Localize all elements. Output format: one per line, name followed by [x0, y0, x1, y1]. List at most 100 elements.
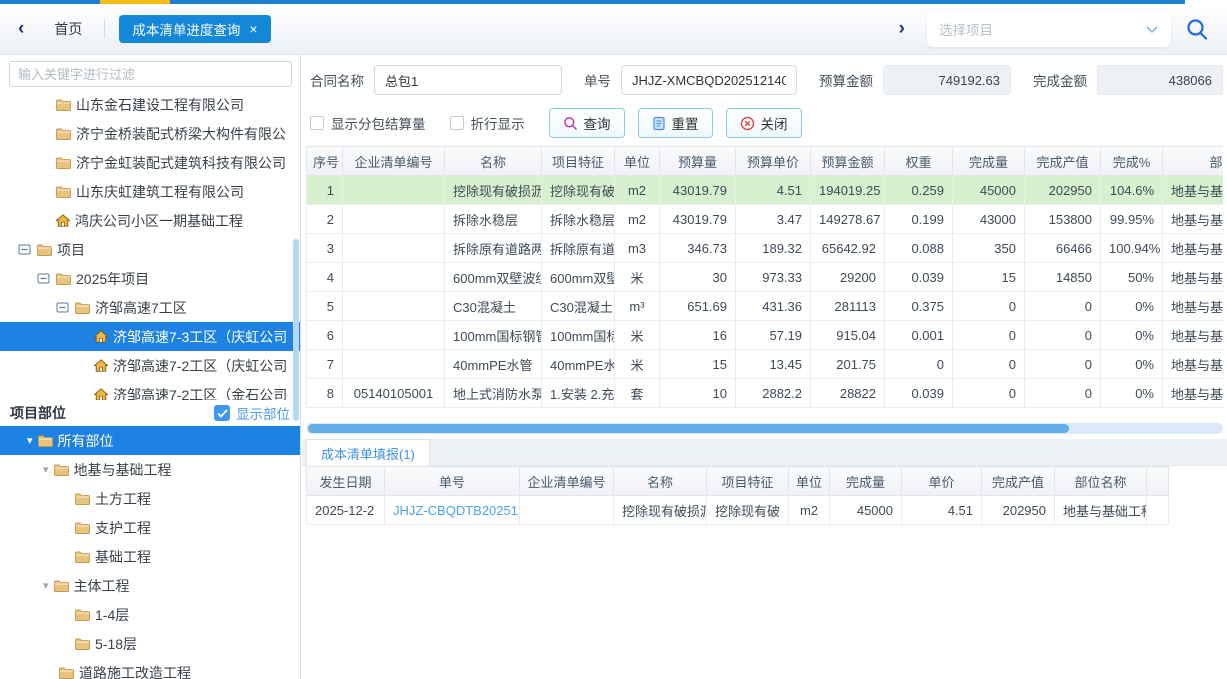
- filling-table: 发生日期单号企业清单编号名称项目特征单位完成量单价完成产值部位名称2025-12…: [306, 466, 1169, 525]
- table-row[interactable]: 6100mm国标钢管100mm国标米1657.19915.040.001000%…: [307, 321, 1224, 350]
- table-row[interactable]: 3拆除原有道路两拆除原有道m3346.73189.3265642.920.088…: [307, 234, 1224, 263]
- collapse-icon[interactable]: [37, 272, 50, 285]
- parts-tree: ▾所有部位▾地基与基础工程土方工程支护工程基础工程 ▾主体工程1-4层5-18层道…: [0, 426, 300, 679]
- document-link[interactable]: JHJZ-CBQDTB202512: [385, 496, 520, 525]
- table-cell: 100.94%: [1101, 234, 1163, 263]
- caret-down-icon[interactable]: ▾: [43, 463, 49, 476]
- column-header: 名称: [614, 467, 707, 496]
- tree-item[interactable]: 山东金石建设工程有限公司: [0, 90, 300, 119]
- table-row[interactable]: 2拆除水稳层拆除水稳层m243019.793.47149278.670.1994…: [307, 205, 1224, 234]
- caret-down-icon[interactable]: ▾: [27, 434, 33, 447]
- table-cell: 202950: [982, 496, 1055, 525]
- table-cell: 0: [1025, 292, 1101, 321]
- parts-tree-item[interactable]: 基础工程: [0, 542, 300, 571]
- tab-home[interactable]: 首页: [54, 19, 82, 39]
- sidebar-scrollbar-thumb[interactable]: [293, 239, 299, 421]
- table-row[interactable]: 5C30混凝土C30混凝土m³651.69431.362811130.37500…: [307, 292, 1224, 321]
- parts-tree-item[interactable]: ▾主体工程: [0, 571, 300, 600]
- close-button-label: 关闭: [761, 113, 788, 133]
- collapse-icon[interactable]: [56, 301, 69, 314]
- tree-item[interactable]: 2025年项目: [0, 264, 300, 293]
- table-row[interactable]: 1挖除现有破损沥挖除现有破m243019.794.51194019.250.25…: [307, 176, 1224, 205]
- table-cell: [343, 176, 445, 205]
- tree-item[interactable]: 济宁金桥装配式桥梁大构件有限公: [0, 119, 300, 148]
- tree-item[interactable]: 鸿庆公司小区一期基础工程: [0, 206, 300, 235]
- show-subcontract-label[interactable]: 显示分包结算量: [331, 113, 426, 133]
- wrap-display-label[interactable]: 折行显示: [471, 113, 525, 133]
- tree-item-selected[interactable]: 济邹高速7-3工区（庆虹公司: [0, 322, 300, 351]
- table-cell: m3: [615, 234, 660, 263]
- project-select[interactable]: 选择项目: [927, 11, 1171, 47]
- folder-icon: [56, 157, 71, 169]
- checkbox-checked-icon[interactable]: [214, 405, 230, 421]
- tab-close-icon[interactable]: ×: [249, 22, 257, 36]
- column-header: 部位: [1163, 147, 1224, 176]
- wrap-display-checkbox[interactable]: [450, 116, 464, 130]
- tree-item[interactable]: 济宁金虹装配式建筑科技有限公司: [0, 148, 300, 177]
- column-header: 项目特征: [707, 467, 789, 496]
- folder-icon: [75, 609, 90, 621]
- table-cell: C30混凝土: [542, 292, 615, 321]
- table-cell: 0: [885, 350, 953, 379]
- horizontal-scrollbar-thumb[interactable]: [308, 424, 1069, 433]
- table-row[interactable]: 805140105001地上式消防水泵1.安装 2.充套102882.22882…: [307, 379, 1224, 408]
- folder-icon: [59, 667, 74, 679]
- sidebar: 山东金石建设工程有限公司济宁金桥装配式桥梁大构件有限公济宁金虹装配式建筑科技有限…: [0, 55, 301, 679]
- table-cell: 地基与基础: [1163, 321, 1224, 350]
- query-button[interactable]: 查询: [549, 108, 625, 138]
- folder-icon: [56, 186, 71, 198]
- table-cell: [343, 205, 445, 234]
- parts-tree-item-selected[interactable]: ▾所有部位: [0, 426, 300, 455]
- parts-tree-item[interactable]: 土方工程: [0, 484, 300, 513]
- doc-number-label: 单号: [584, 70, 611, 90]
- column-header: 完成%: [1101, 147, 1163, 176]
- back-icon[interactable]: ‹: [18, 18, 24, 40]
- table-cell: 米: [615, 263, 660, 292]
- table-cell: 4.51: [902, 496, 982, 525]
- parts-tree-item[interactable]: ▾地基与基础工程: [0, 455, 300, 484]
- table-cell: 0.259: [885, 176, 953, 205]
- table-row[interactable]: 4600mm双壁波纹600mm双壁米30973.33292000.0391514…: [307, 263, 1224, 292]
- table-row[interactable]: 740mmPE水管40mmPE水米1513.45201.750000%地基与基础: [307, 350, 1224, 379]
- doc-number-input[interactable]: [621, 65, 797, 95]
- chevron-down-icon[interactable]: [1145, 24, 1159, 34]
- reset-button[interactable]: 重置: [638, 108, 713, 138]
- table-cell: 地基与基础: [1163, 234, 1224, 263]
- caret-down-icon[interactable]: ▾: [43, 579, 49, 592]
- table-cell: 40mmPE水: [542, 350, 615, 379]
- completed-amount-input: [1097, 65, 1223, 95]
- table-cell: 0%: [1101, 379, 1163, 408]
- tree-item[interactable]: 山东庆虹建筑工程有限公司: [0, 177, 300, 206]
- table-cell: 0.088: [885, 234, 953, 263]
- table-cell: 50%: [1101, 263, 1163, 292]
- folder-icon: [54, 580, 69, 592]
- parts-tree-item[interactable]: 道路施工改造工程: [0, 658, 300, 679]
- forward-icon[interactable]: ›: [899, 18, 905, 40]
- parts-tree-item[interactable]: 1-4层: [0, 600, 300, 629]
- tab-cost-list-filling[interactable]: 成本清单填报(1): [306, 439, 430, 466]
- table-row[interactable]: 2025-12-2JHJZ-CBQDTB202512挖除现有破损沥挖除现有破m2…: [307, 496, 1169, 525]
- contract-name-input[interactable]: [374, 65, 562, 95]
- close-circle-icon: [740, 116, 755, 131]
- show-subcontract-checkbox[interactable]: [310, 116, 324, 130]
- tree-item[interactable]: 济邹高速7-2工区（庆虹公司: [0, 351, 300, 380]
- table-header-row: 发生日期单号企业清单编号名称项目特征单位完成量单价完成产值部位名称: [307, 467, 1169, 496]
- folder-icon: [75, 302, 90, 314]
- collapse-icon[interactable]: [18, 243, 31, 256]
- table-cell: 地基与基础工程: [1055, 496, 1147, 525]
- horizontal-scrollbar[interactable]: [306, 423, 1223, 434]
- tree-item-label: 基础工程: [95, 547, 151, 567]
- parts-tree-item[interactable]: 支护工程: [0, 513, 300, 542]
- folder-icon: [54, 464, 69, 476]
- tree-item[interactable]: 项目: [0, 235, 300, 264]
- tree-filter-input[interactable]: [9, 61, 292, 87]
- close-button[interactable]: 关闭: [726, 108, 802, 138]
- show-parts-checkbox[interactable]: 显示部位: [214, 403, 290, 423]
- column-header: 完成量: [953, 147, 1025, 176]
- parts-tree-item[interactable]: 5-18层: [0, 629, 300, 658]
- tab-cost-list-progress[interactable]: 成本清单进度查询 ×: [119, 15, 270, 43]
- table-cell: 0: [1025, 321, 1101, 350]
- search-icon[interactable]: [1185, 17, 1209, 41]
- contract-name-label: 合同名称: [310, 70, 364, 90]
- tree-item[interactable]: 济邹高速7工区: [0, 293, 300, 322]
